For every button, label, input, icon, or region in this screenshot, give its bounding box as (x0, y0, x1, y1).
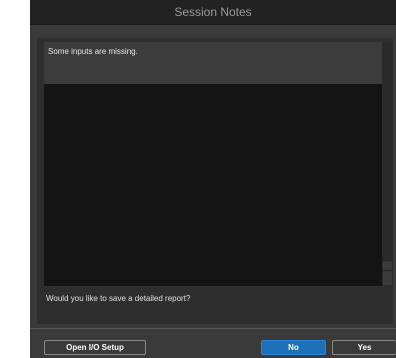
footer-divider (30, 328, 396, 329)
notes-scrollbar[interactable] (382, 42, 393, 286)
scroll-track-segment (383, 260, 392, 270)
session-notes-dialog: Session Notes Some inputs are missing. W… (30, 0, 396, 358)
notes-panel: Some inputs are missing. (37, 38, 393, 324)
window-title: Session Notes (30, 0, 396, 25)
notes-text-area[interactable]: Some inputs are missing. (44, 42, 382, 286)
no-button[interactable]: No (261, 340, 326, 355)
scroll-track-segment (383, 270, 392, 285)
yes-button[interactable]: Yes (332, 340, 396, 355)
save-report-question: Would you like to save a detailed report… (46, 294, 191, 303)
open-io-setup-button[interactable]: Open I/O Setup (44, 340, 146, 355)
notes-message: Some inputs are missing. (48, 47, 138, 56)
